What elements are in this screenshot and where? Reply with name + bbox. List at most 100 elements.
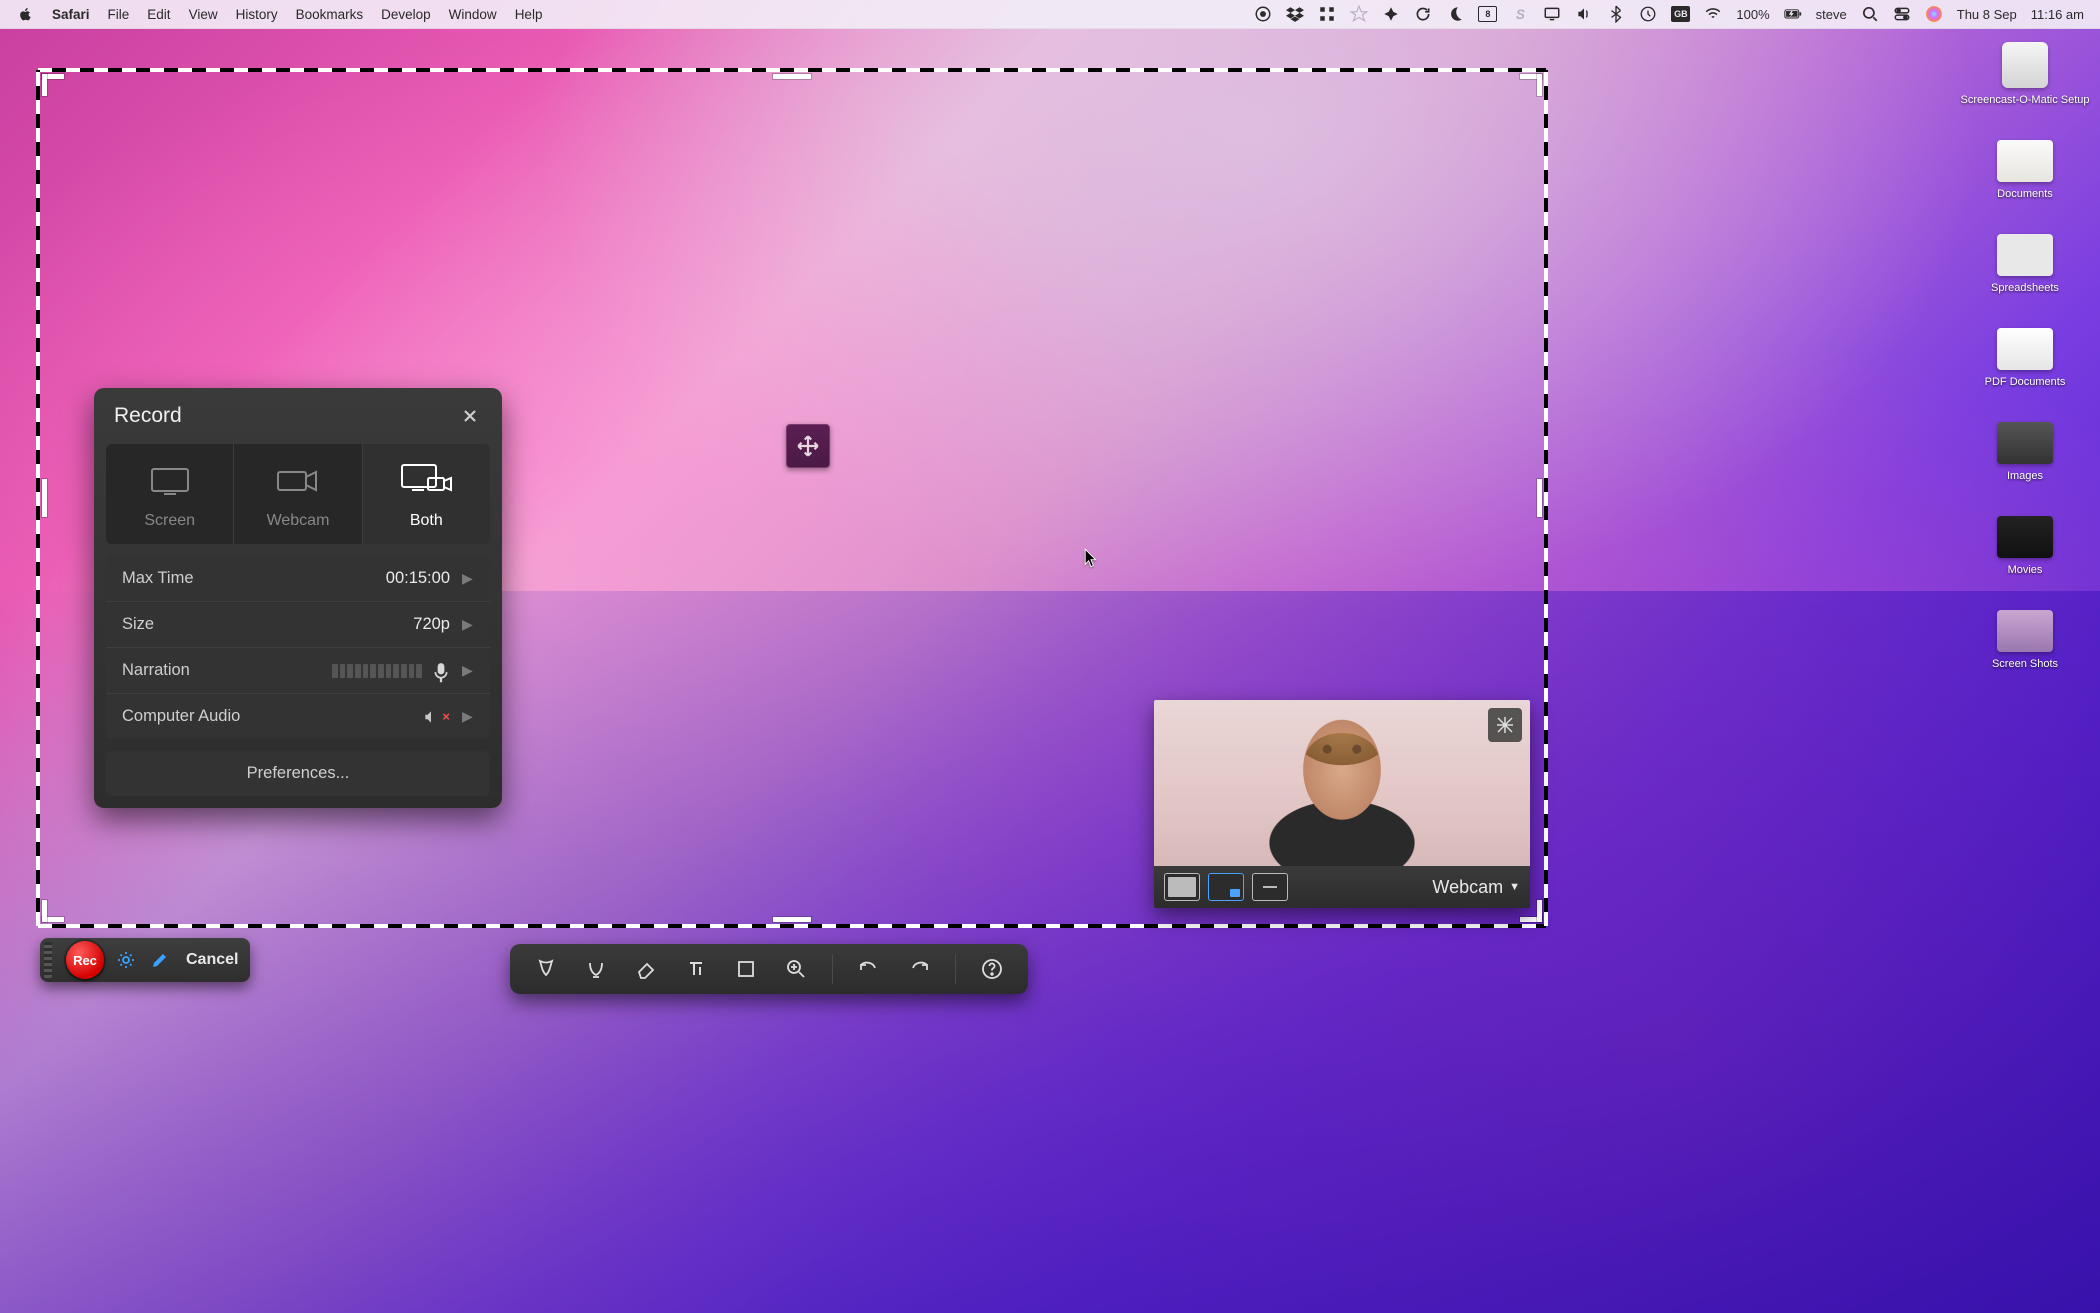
capture-edge-bottom[interactable] xyxy=(38,924,1546,928)
text-tool-button[interactable] xyxy=(682,955,710,983)
apple-menu-icon[interactable] xyxy=(16,5,34,23)
desktop-icon-item[interactable]: Images xyxy=(1960,422,2090,482)
highlighter-tool-button[interactable] xyxy=(582,955,610,983)
menubar-app-icon-3[interactable] xyxy=(1382,5,1400,23)
dropbox-icon[interactable] xyxy=(1286,5,1304,23)
desktop-icon-label: Movies xyxy=(2008,564,2043,576)
toolbar-separator xyxy=(955,954,956,984)
capture-edge-left[interactable] xyxy=(36,70,40,926)
shape-tool-button[interactable] xyxy=(732,955,760,983)
pen-tool-button[interactable] xyxy=(532,955,560,983)
calendar-date-value: 8 xyxy=(1485,9,1490,19)
desktop-icon-item[interactable]: PDF Documents xyxy=(1960,328,2090,388)
desktop-icon-item[interactable]: Movies xyxy=(1960,516,2090,576)
menubar-app-icon-2[interactable] xyxy=(1350,5,1368,23)
folder-icon xyxy=(1997,610,2053,652)
menu-bookmarks[interactable]: Bookmarks xyxy=(296,7,364,22)
size-value: 720p xyxy=(413,615,450,634)
capture-corner-bl[interactable] xyxy=(38,900,64,926)
record-mode-selector: Screen Webcam Both xyxy=(106,444,490,544)
menubar-app-icon-1[interactable] xyxy=(1318,5,1336,23)
display-icon[interactable] xyxy=(1543,5,1561,23)
webcam-preview-panel[interactable]: Webcam ▼ xyxy=(1154,700,1530,908)
desktop-icon-label: PDF Documents xyxy=(1985,376,2066,388)
narration-row[interactable]: Narration ▶ xyxy=(106,648,490,694)
webcam-toolbar: Webcam ▼ xyxy=(1154,866,1530,908)
desktop-icons-column: Screencast-O-Matic Setup Documents Sprea… xyxy=(1960,42,2090,670)
bluetooth-icon[interactable] xyxy=(1607,5,1625,23)
narration-label: Narration xyxy=(122,661,190,680)
preferences-button[interactable]: Preferences... xyxy=(106,751,490,796)
menu-help[interactable]: Help xyxy=(515,7,543,22)
record-button[interactable]: Rec xyxy=(66,941,104,979)
computer-audio-row[interactable]: Computer Audio × ▶ xyxy=(106,694,490,739)
menu-develop[interactable]: Develop xyxy=(381,7,431,22)
zoom-tool-button[interactable] xyxy=(782,955,810,983)
keyboard-language-value: GB xyxy=(1674,9,1688,19)
menu-history[interactable]: History xyxy=(236,7,278,22)
max-time-row[interactable]: Max Time 00:15:00 ▶ xyxy=(106,556,490,602)
capture-handle-bottom[interactable] xyxy=(773,917,811,922)
wifi-icon[interactable] xyxy=(1704,5,1722,23)
keyboard-language-indicator[interactable]: GB xyxy=(1671,6,1690,22)
siri-icon[interactable] xyxy=(1925,5,1943,23)
desktop-icon-item[interactable]: Spreadsheets xyxy=(1960,234,2090,294)
redo-button[interactable] xyxy=(905,955,933,983)
menu-window[interactable]: Window xyxy=(449,7,497,22)
menubar-time[interactable]: 11:16 am xyxy=(2031,7,2084,22)
pencil-icon xyxy=(150,950,170,970)
capture-move-handle[interactable] xyxy=(786,424,830,468)
drag-grip-icon[interactable] xyxy=(44,942,52,978)
capture-corner-tr[interactable] xyxy=(1520,70,1546,96)
timemachine-icon[interactable] xyxy=(1639,5,1657,23)
webcam-layout-full-button[interactable] xyxy=(1164,873,1200,901)
close-button[interactable] xyxy=(458,404,482,428)
menu-edit[interactable]: Edit xyxy=(147,7,170,22)
help-button[interactable] xyxy=(978,955,1006,983)
record-status-icon[interactable] xyxy=(1254,5,1272,23)
spotlight-icon[interactable] xyxy=(1861,5,1879,23)
folder-icon xyxy=(1997,234,2053,276)
capture-corner-tl[interactable] xyxy=(38,70,64,96)
moon-icon[interactable] xyxy=(1446,5,1464,23)
mode-both-button[interactable]: Both xyxy=(362,444,490,544)
desktop-icon-item[interactable]: Screen Shots xyxy=(1960,610,2090,670)
both-icon xyxy=(398,460,454,502)
menu-view[interactable]: View xyxy=(189,7,218,22)
computer-audio-label: Computer Audio xyxy=(122,707,240,726)
webcam-layout-pip-button[interactable] xyxy=(1208,873,1244,901)
size-row[interactable]: Size 720p ▶ xyxy=(106,602,490,648)
menubar-s-icon[interactable]: S xyxy=(1511,5,1529,23)
record-panel-title: Record xyxy=(114,404,182,428)
menubar-refresh-icon[interactable] xyxy=(1414,5,1432,23)
webcam-layout-hidden-button[interactable] xyxy=(1252,873,1288,901)
toolbar-separator xyxy=(832,954,833,984)
webcam-source-dropdown[interactable]: Webcam ▼ xyxy=(1432,877,1520,898)
desktop-icon-item[interactable]: Documents xyxy=(1960,140,2090,200)
eraser-tool-button[interactable] xyxy=(632,955,660,983)
webcam-effects-button[interactable] xyxy=(1488,708,1522,742)
chevron-down-icon: ▼ xyxy=(1509,881,1520,893)
desktop-icon-item[interactable]: Screencast-O-Matic Setup xyxy=(1960,42,2090,106)
capture-edge-top[interactable] xyxy=(38,68,1546,72)
battery-icon[interactable] xyxy=(1784,5,1802,23)
capture-handle-left[interactable] xyxy=(42,479,47,517)
capture-handle-top[interactable] xyxy=(773,74,811,79)
settings-button[interactable] xyxy=(114,948,138,972)
control-center-icon[interactable] xyxy=(1893,5,1911,23)
menu-file[interactable]: File xyxy=(108,7,130,22)
active-app-name[interactable]: Safari xyxy=(52,7,90,22)
undo-button[interactable] xyxy=(855,955,883,983)
cancel-button[interactable]: Cancel xyxy=(186,951,238,969)
webcam-source-label: Webcam xyxy=(1432,877,1503,898)
volume-icon[interactable] xyxy=(1575,5,1593,23)
mode-screen-button[interactable]: Screen xyxy=(106,444,233,544)
draw-button[interactable] xyxy=(148,948,172,972)
battery-percentage[interactable]: 100% xyxy=(1736,7,1769,22)
capture-edge-right[interactable] xyxy=(1544,70,1548,926)
menubar-date[interactable]: Thu 8 Sep xyxy=(1957,7,2017,22)
user-name[interactable]: steve xyxy=(1816,7,1847,22)
mode-webcam-button[interactable]: Webcam xyxy=(233,444,361,544)
calendar-date-icon[interactable]: 8 xyxy=(1478,6,1497,22)
capture-handle-right[interactable] xyxy=(1537,479,1542,517)
